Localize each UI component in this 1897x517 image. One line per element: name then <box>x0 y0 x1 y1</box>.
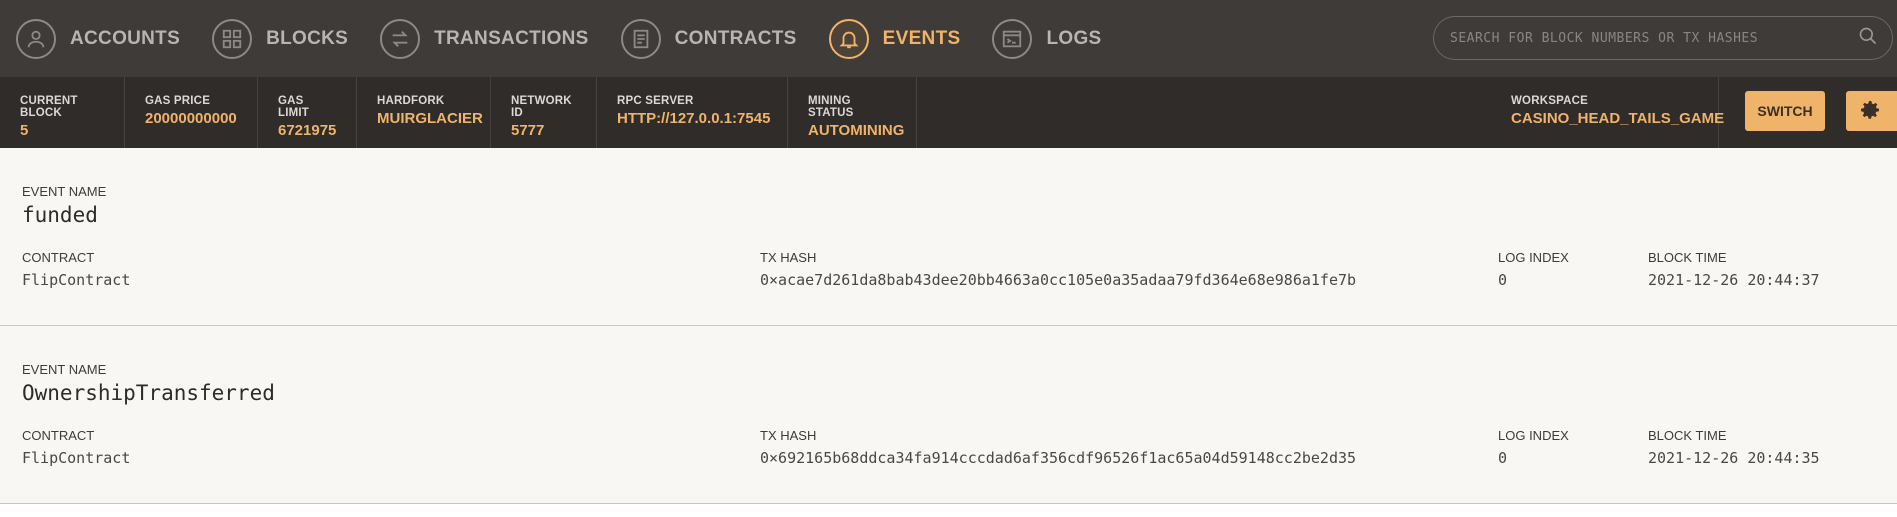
event-row[interactable]: EVENT NAME OwnershipTransferred CONTRACT… <box>0 326 1897 504</box>
stat-value: 20000000000 <box>145 110 237 127</box>
switch-button[interactable]: SWITCH <box>1745 91 1825 131</box>
log-index-value: 0 <box>1498 449 1508 467</box>
event-name: OwnershipTransferred <box>22 381 275 405</box>
stat-gas-limit: GAS LIMIT 6721975 <box>258 77 357 148</box>
nav-transactions[interactable]: TRANSACTIONS <box>364 0 589 77</box>
event-name-label: EVENT NAME <box>22 184 107 199</box>
gear-icon <box>1858 98 1882 125</box>
contract-label: CONTRACT <box>22 250 95 265</box>
status-bar: CURRENT BLOCK 5 GAS PRICE 20000000000 GA… <box>0 77 1897 148</box>
stat-network-id: NETWORK ID 5777 <box>491 77 597 148</box>
contract-label: CONTRACT <box>22 428 95 443</box>
log-index-label: LOG INDEX <box>1498 428 1569 443</box>
contract-value: FlipContract <box>22 271 131 289</box>
stat-value: 5777 <box>511 122 545 139</box>
search-icon[interactable] <box>1858 26 1878 51</box>
stat-value: AUTOMINING <box>808 122 905 139</box>
tx-hash-value: 0×acae7d261da8bab43dee20bb4663a0cc105e0a… <box>760 271 1357 289</box>
workspace-value: CASINO_HEAD_TAILS_GAME <box>1511 110 1725 127</box>
tx-hash-label: TX HASH <box>760 428 817 443</box>
blocks-icon <box>212 18 253 59</box>
transactions-icon <box>380 18 421 59</box>
block-time-label: BLOCK TIME <box>1648 250 1727 265</box>
nav-events[interactable]: EVENTS <box>813 0 961 77</box>
stat-hardfork: HARDFORK MUIRGLACIER <box>357 77 491 148</box>
log-index-value: 0 <box>1498 271 1508 289</box>
tx-hash-value: 0×692165b68ddca34fa914cccdad6af356cdf965… <box>760 449 1357 467</box>
stat-value: MUIRGLACIER <box>377 110 483 127</box>
stat-label: MINING STATUS <box>808 95 854 119</box>
event-row[interactable]: EVENT NAME funded CONTRACT FlipContract … <box>0 148 1897 326</box>
contracts-icon <box>620 18 661 59</box>
nav-logs[interactable]: LOGS <box>976 0 1101 77</box>
stat-gas-price: GAS PRICE 20000000000 <box>125 77 258 148</box>
search-box <box>1433 16 1893 60</box>
nav-blocks-label: BLOCKS <box>266 27 349 49</box>
workspace-info: WORKSPACE CASINO_HEAD_TAILS_GAME <box>1491 77 1725 148</box>
account-icon <box>16 18 56 59</box>
settings-button[interactable] <box>1846 91 1897 131</box>
terminal-icon <box>992 18 1033 59</box>
nav-accounts[interactable]: ACCOUNTS <box>0 0 180 77</box>
stat-current-block: CURRENT BLOCK 5 <box>0 77 125 148</box>
block-time-value: 2021-12-26 20:44:37 <box>1648 271 1820 289</box>
nav-contracts[interactable]: CONTRACTS <box>605 0 797 77</box>
nav-accounts-label: ACCOUNTS <box>70 27 181 49</box>
workspace-label: WORKSPACE <box>1511 95 1588 107</box>
block-time-value: 2021-12-26 20:44:35 <box>1648 449 1820 467</box>
event-name: funded <box>22 203 98 227</box>
block-time-label: BLOCK TIME <box>1648 428 1727 443</box>
stat-label: RPC SERVER <box>617 95 694 107</box>
bell-icon <box>828 18 869 59</box>
nav-transactions-label: TRANSACTIONS <box>434 27 589 49</box>
stat-label: CURRENT BLOCK <box>20 95 78 119</box>
stat-label: GAS PRICE <box>145 95 211 107</box>
stat-label: GAS LIMIT <box>278 95 310 119</box>
stat-value: 5 <box>20 122 29 139</box>
nav-events-label: EVENTS <box>882 27 961 49</box>
stat-rpc-server: RPC SERVER HTTP://127.0.0.1:7545 <box>597 77 788 148</box>
log-index-label: LOG INDEX <box>1498 250 1569 265</box>
stat-mining-status: MINING STATUS AUTOMINING <box>788 77 917 148</box>
stat-label: HARDFORK <box>377 95 445 107</box>
nav-contracts-label: CONTRACTS <box>674 27 797 49</box>
search-input[interactable] <box>1448 29 1858 47</box>
stat-value: HTTP://127.0.0.1:7545 <box>617 110 771 127</box>
stat-value: 6721975 <box>278 122 337 139</box>
stat-label: NETWORK ID <box>511 95 572 119</box>
tx-hash-label: TX HASH <box>760 250 817 265</box>
nav-logs-label: LOGS <box>1046 27 1102 49</box>
top-navigation: ACCOUNTS BLOCKS TRANSACTIONS CONTRACTS E… <box>0 0 1897 77</box>
nav-blocks[interactable]: BLOCKS <box>196 0 348 77</box>
events-list: EVENT NAME funded CONTRACT FlipContract … <box>0 148 1897 504</box>
event-name-label: EVENT NAME <box>22 362 107 377</box>
contract-value: FlipContract <box>22 449 131 467</box>
